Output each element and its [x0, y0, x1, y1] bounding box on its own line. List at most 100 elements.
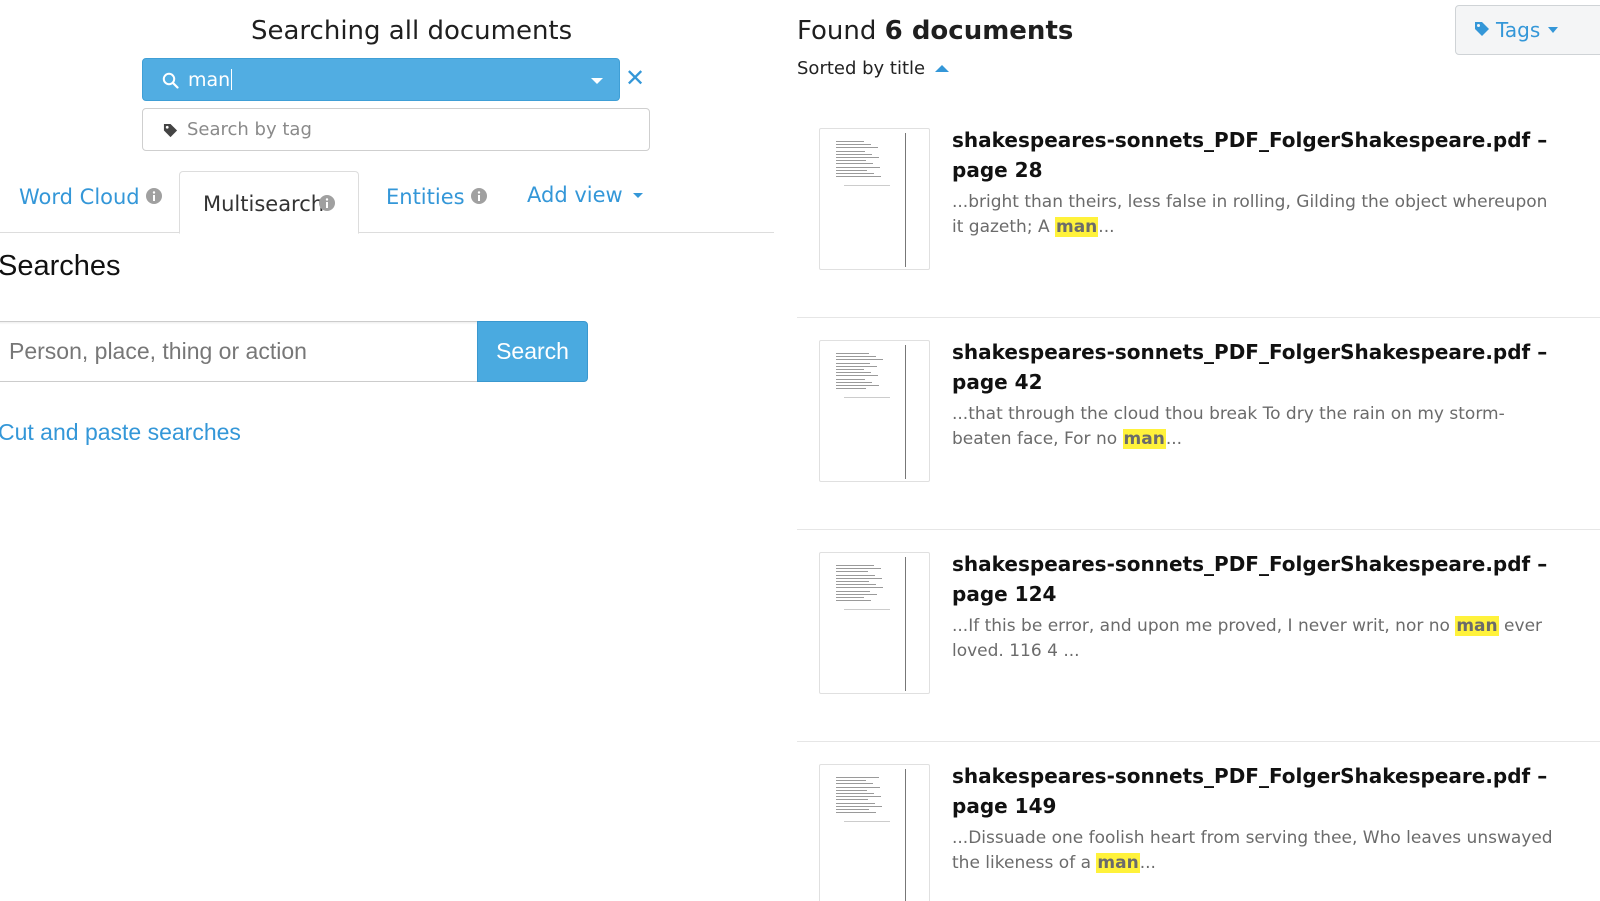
sort-label: Sorted by title [797, 58, 926, 79]
tab-word-cloud[interactable]: Word Cloud [19, 185, 162, 209]
thumbnail-text-line [836, 166, 880, 168]
thumbnail-text-line [836, 786, 880, 788]
result-snippet: ...that through the cloud thou break To … [952, 404, 1505, 449]
tag-icon [163, 123, 178, 142]
tab-label: Add view [527, 183, 623, 207]
thumbnail-text-line [836, 378, 865, 380]
sort-toggle[interactable]: Sorted by title [797, 58, 950, 79]
thumbnail-text-line [836, 141, 864, 142]
tags-label: Tags [1496, 18, 1541, 42]
thumbnail-text-line [836, 144, 871, 146]
thumbnail-text-line [836, 176, 881, 178]
thumbnail-text-line [836, 353, 869, 354]
thumbnail-text-line [836, 587, 883, 589]
thumbnail-text-line [836, 365, 877, 367]
thumbnail-text-line [836, 584, 876, 586]
search-highlight: man [1096, 853, 1140, 873]
tab-multisearch[interactable]: Multisearch [179, 171, 359, 234]
thumbnail-rule [844, 397, 890, 398]
thumbnail-text-line [836, 381, 872, 383]
multisearch-input[interactable]: Person, place, thing or action [0, 321, 478, 382]
thumbnail-text-line [836, 793, 874, 794]
result-title[interactable]: shakespeares-sonnets_PDF_FolgerShakespea… [952, 761, 1552, 821]
dropdown-caret-icon[interactable] [591, 78, 603, 84]
thumbnail-text-line [836, 802, 875, 804]
thumbnail-rule [844, 609, 890, 610]
result-item[interactable]: shakespeares-sonnets_PDF_FolgerShakespea… [797, 318, 1600, 530]
tags-dropdown-button[interactable]: Tags [1455, 5, 1600, 55]
tabs-divider [0, 232, 774, 233]
thumbnail-text-line [836, 783, 873, 785]
result-item[interactable]: shakespeares-sonnets_PDF_FolgerShakespea… [797, 742, 1600, 901]
thumbnail-text-line [836, 568, 881, 570]
result-title[interactable]: shakespeares-sonnets_PDF_FolgerShakespea… [952, 337, 1552, 397]
thumbnail-text-line [836, 577, 882, 579]
thumbnail-text-line [836, 590, 870, 592]
thumbnail-text-line [836, 173, 874, 174]
search-highlight: man [1122, 429, 1166, 449]
result-item[interactable]: shakespeares-sonnets_PDF_FolgerShakespea… [797, 106, 1600, 318]
thumbnail-text-line [836, 359, 883, 361]
thumbnail-text-line [836, 600, 871, 602]
chevron-down-icon [632, 192, 643, 198]
text-cursor [231, 69, 233, 90]
document-thumbnail[interactable] [819, 764, 930, 901]
result-title[interactable]: shakespeares-sonnets_PDF_FolgerShakespea… [952, 125, 1552, 185]
thumbnail-text-line [836, 574, 875, 576]
thumbnail-text-line [836, 809, 869, 810]
thumbnail-text-line [836, 147, 878, 149]
thumbnail-text-line [836, 593, 877, 595]
info-icon[interactable] [319, 195, 335, 215]
tag-icon [1474, 18, 1490, 42]
thumbnail-text-line [836, 799, 868, 801]
thumbnail-text-line [836, 163, 873, 165]
document-thumbnail[interactable] [819, 340, 930, 482]
thumbnail-text-line [836, 356, 876, 358]
thumbnail-text-line [836, 597, 864, 598]
thumbnail-text-line [836, 812, 876, 814]
thumbnail-text-line [836, 375, 878, 377]
tag-search-input[interactable]: Search by tag [142, 108, 650, 151]
chevron-down-icon [1548, 27, 1559, 33]
tab-label: Word Cloud [19, 185, 140, 209]
tab-label: Entities [386, 185, 465, 209]
thumbnail-text-line [836, 153, 872, 155]
add-view-dropdown[interactable]: Add view [527, 183, 643, 207]
result-item[interactable]: shakespeares-sonnets_PDF_FolgerShakespea… [797, 530, 1600, 742]
multisearch-placeholder: Person, place, thing or action [9, 338, 307, 364]
sort-ascending-icon [935, 65, 950, 72]
info-icon[interactable] [470, 185, 487, 209]
search-query-input[interactable]: man [142, 58, 620, 101]
thumbnail-text-line [836, 160, 866, 162]
thumbnail-rule [844, 185, 890, 186]
thumbnail-rule [844, 821, 890, 822]
thumbnail-text-line [836, 571, 868, 573]
result-title[interactable]: shakespeares-sonnets_PDF_FolgerShakespea… [952, 549, 1552, 609]
thumbnail-text-line [836, 565, 874, 566]
found-prefix: Found [797, 16, 877, 46]
search-button[interactable]: Search [477, 321, 588, 382]
document-thumbnail[interactable] [819, 552, 930, 694]
thumbnail-text-line [836, 157, 879, 158]
thumbnail-text-line [836, 385, 879, 386]
result-snippet: ...Dissuade one foolish heart from servi… [952, 828, 1553, 873]
clear-icon[interactable]: ✕ [624, 63, 646, 93]
thumbnail-text-line [836, 362, 870, 364]
thumbnail-text-line [836, 780, 866, 782]
cut-and-paste-link[interactable]: Cut and paste searches [0, 419, 241, 446]
result-snippet: ...bright than theirs, less false in rol… [952, 192, 1548, 237]
result-snippet: ...If this be error, and upon me proved,… [952, 616, 1543, 661]
search-title: Searching all documents [251, 16, 573, 46]
search-highlight: man [1055, 217, 1099, 237]
searches-heading: Searches [0, 250, 121, 282]
search-highlight: man [1455, 616, 1499, 636]
tab-entities[interactable]: Entities [386, 185, 487, 209]
results-count: Found 6 documents [797, 16, 1073, 46]
thumbnail-text-line [836, 796, 881, 798]
document-thumbnail[interactable] [819, 128, 930, 270]
thumbnail-text-line [836, 777, 879, 778]
tab-label: Multisearch [203, 192, 325, 216]
thumbnail-text-line [836, 789, 867, 791]
tag-search-placeholder: Search by tag [187, 119, 312, 140]
info-icon[interactable] [145, 185, 162, 209]
